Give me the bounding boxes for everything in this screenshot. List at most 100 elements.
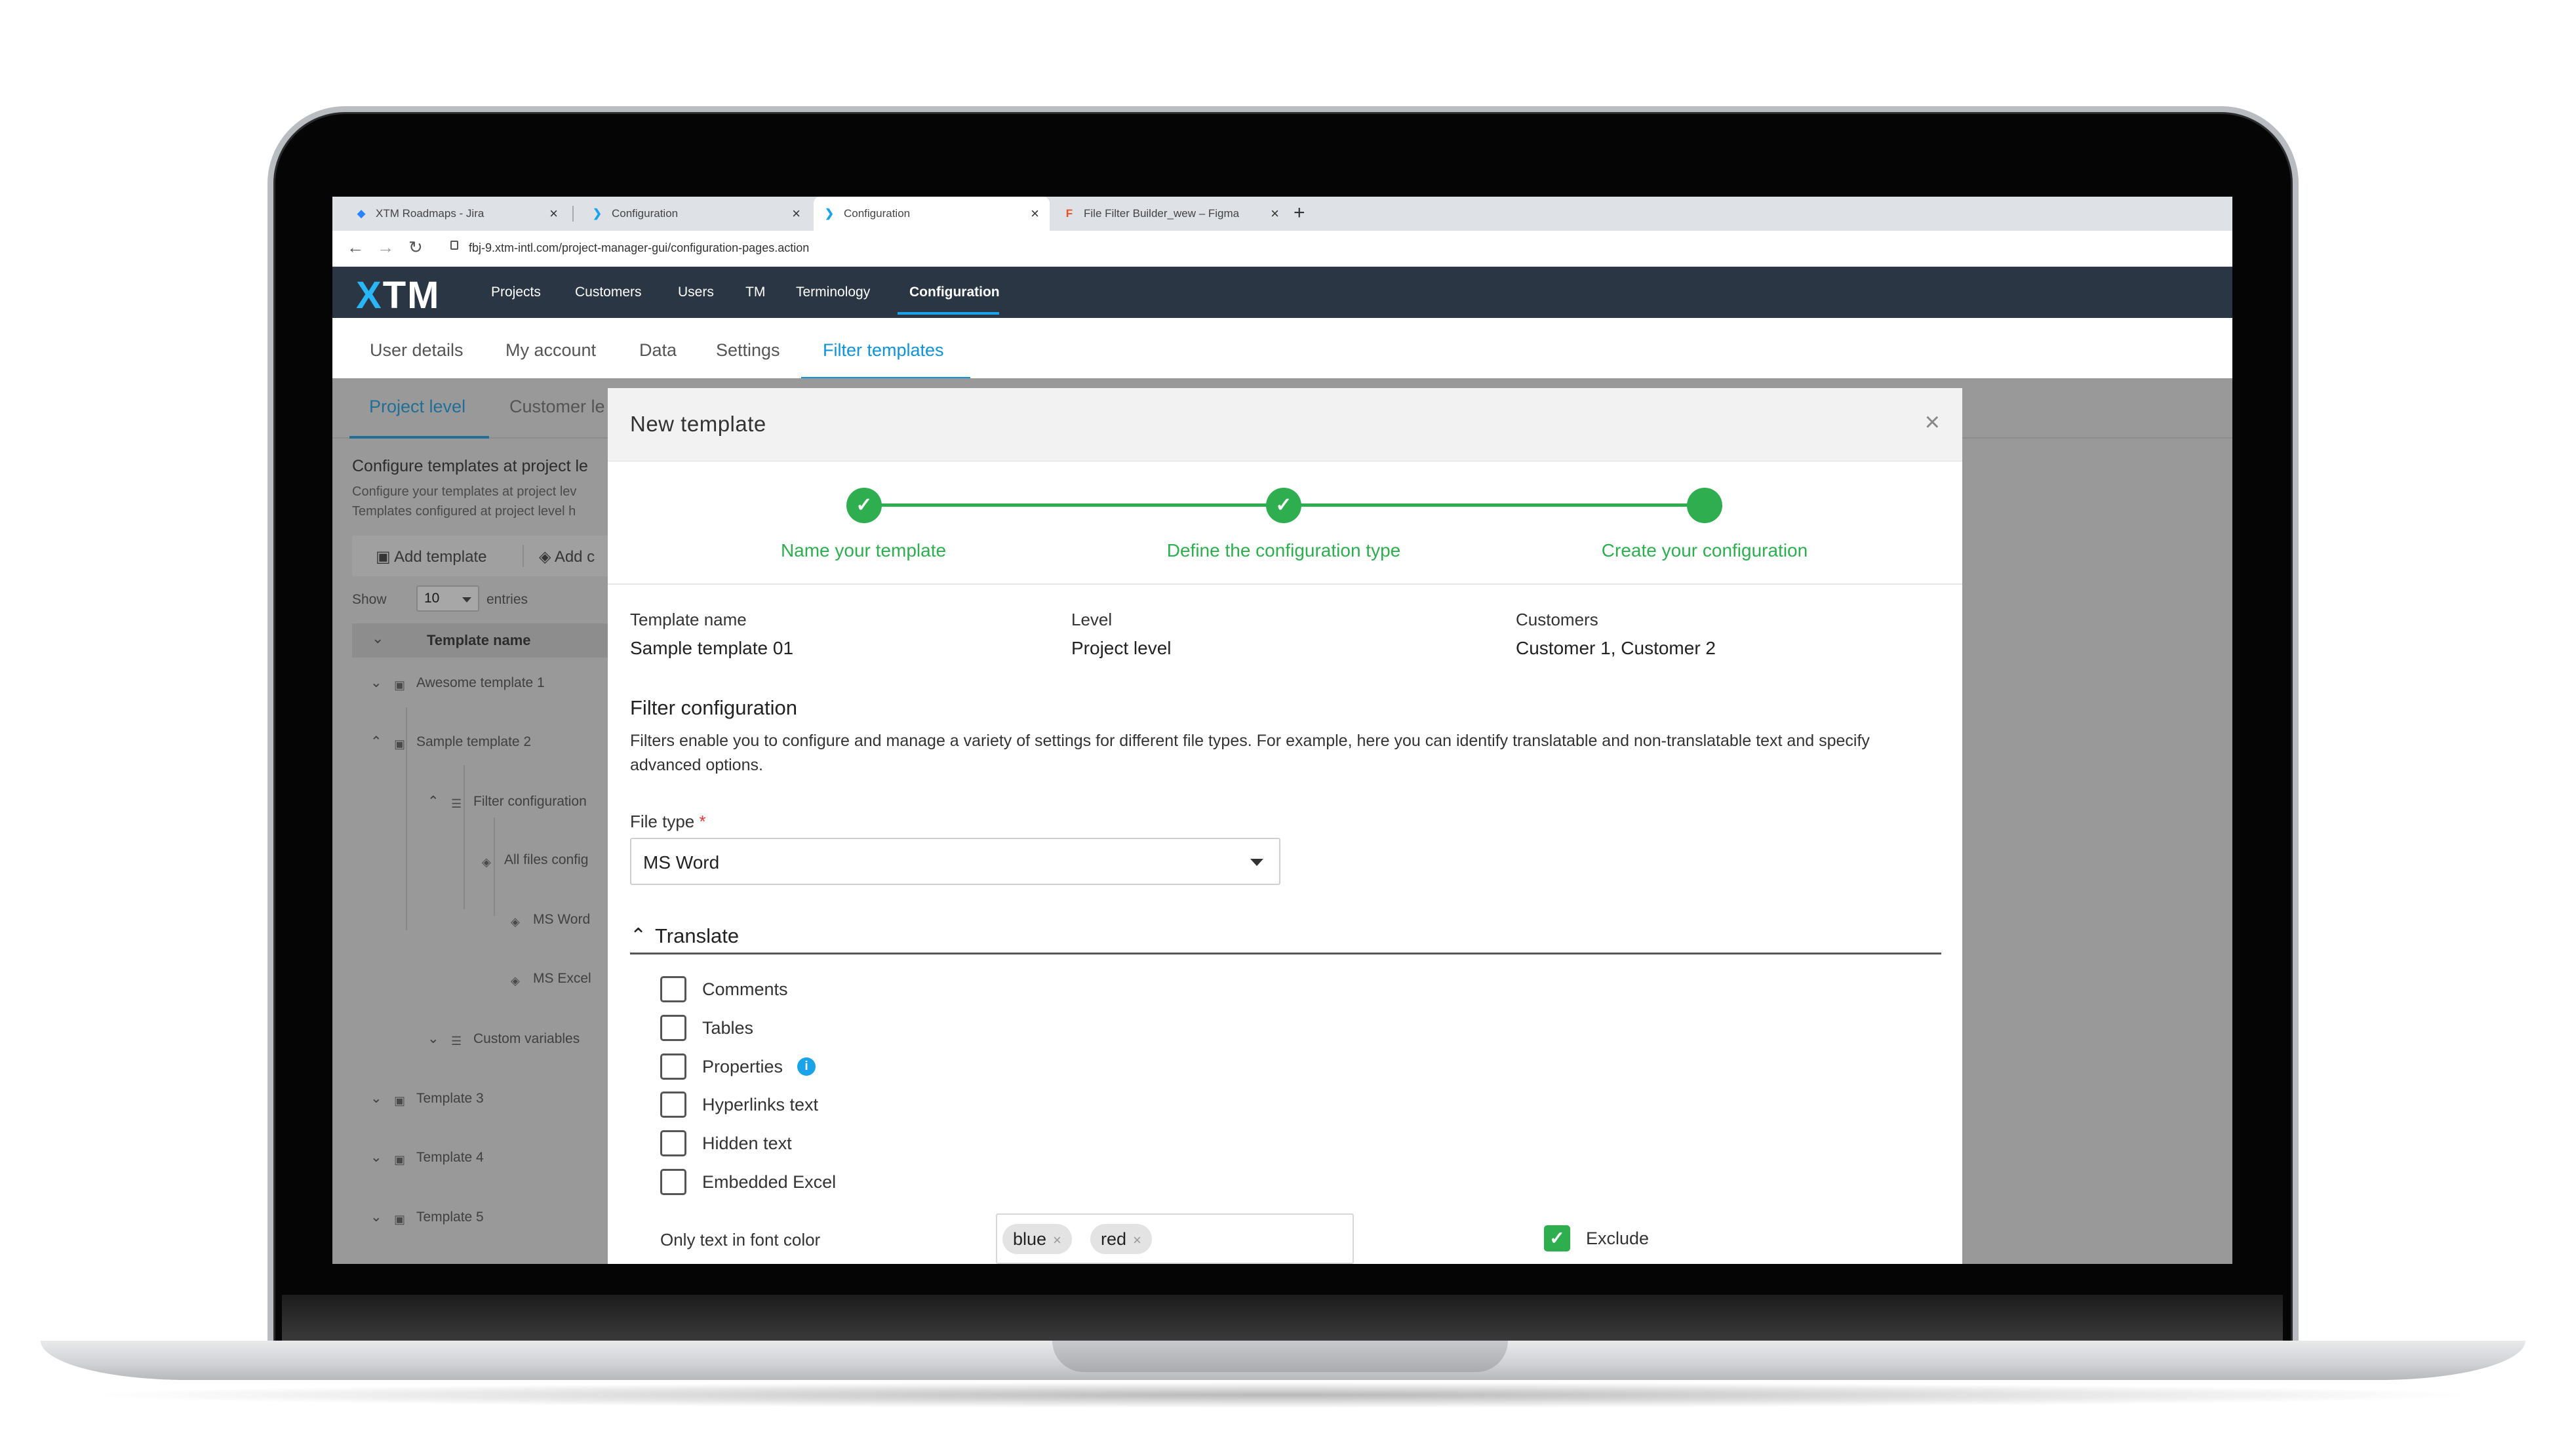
close-tab-icon[interactable]: × [549,205,558,222]
required-asterisk: * [699,812,706,831]
customers-value: Customer 1, Customer 2 [1516,638,1716,658]
laptop-hinge [282,1295,2283,1341]
info-icon[interactable]: i [797,1057,816,1076]
template-name-label: Template name [630,610,747,629]
checkbox-hyperlinks-text[interactable]: Hyperlinks text [660,1092,818,1118]
forward-icon[interactable]: → [377,237,394,258]
reload-icon[interactable]: ↻ [408,237,423,258]
caret-down-icon [1250,859,1263,866]
logo-text: TM [382,274,441,317]
close-tab-icon[interactable]: × [792,205,801,222]
xtm-icon: ❯ [824,207,835,220]
tag-chip: red × [1090,1224,1152,1254]
nav-users[interactable]: Users [678,285,714,300]
tab-title: File Filter Builder_wew – Figma [1084,207,1240,220]
tab-user-details[interactable]: User details [370,340,464,361]
nav-configuration[interactable]: Configuration [909,285,1000,300]
checkbox-label: Hidden text [702,1133,792,1153]
checkbox[interactable] [660,976,686,1002]
modal-title: New template [630,412,766,436]
nav-tm[interactable]: TM [745,285,765,300]
laptop-shadow [72,1382,2491,1408]
tab-my-account[interactable]: My account [505,340,596,361]
new-template-modal: New template × ✓ ✓ Name your template De… [608,388,1962,1264]
customers-label: Customers [1516,610,1598,629]
font-color-tag-input[interactable]: blue × red × [996,1213,1354,1264]
step-complete-check-icon: ✓ [1266,488,1301,523]
laptop-notch [1052,1341,1508,1372]
translate-title: Translate [655,924,740,947]
file-type-label: File type * [630,812,706,832]
template-name-value: Sample template 01 [630,638,794,658]
remove-tag-icon[interactable]: × [1133,1232,1141,1248]
chevron-up-icon: ⌃ [630,925,647,947]
checkbox-label: Embedded Excel [702,1171,837,1192]
file-type-select[interactable]: MS Word [630,838,1280,885]
tab-title: Configuration [844,207,911,220]
url-field[interactable]: fbj-9.xtm-intl.com/project-manager-gui/c… [469,241,809,255]
checkbox-comments[interactable]: Comments [660,976,788,1002]
filter-description: Filters enable you to configure and mana… [630,732,1870,774]
translate-accordion-header[interactable]: ⌃ Translate [630,920,1941,954]
nav-projects[interactable]: Projects [491,285,541,300]
logo-x: X [356,274,383,317]
browser-tab-active[interactable]: ❯ Configuration × [814,197,1050,231]
new-tab-icon[interactable]: + [1294,202,1305,224]
tab-title: XTM Roadmaps - Jira [376,207,484,220]
checkbox-label: Exclude [1586,1228,1650,1248]
jira-icon: ◆ [357,207,366,220]
divider [608,583,1962,585]
checkbox[interactable] [660,1053,686,1080]
checkbox-hidden-text[interactable]: Hidden text [660,1130,792,1156]
browser-tab[interactable]: ◆ XTM Roadmaps - Jira × [346,197,568,231]
checkbox[interactable] [660,1130,686,1156]
checkbox-label: Properties [702,1056,783,1076]
tab-data[interactable]: Data [639,340,677,361]
level-value: Project level [1071,638,1172,658]
browser-tab[interactable]: F File Filter Builder_wew – Figma × [1054,197,1290,231]
checkbox[interactable] [660,1015,686,1041]
figma-icon: F [1065,207,1073,220]
step-current-dot [1687,488,1722,523]
checkbox-checked[interactable]: ✓ [1544,1225,1570,1251]
tag-chip: blue × [1002,1224,1072,1254]
sub-navigation: User details My account Data Settings Fi… [332,318,2232,378]
browser-tab[interactable]: ❯ Configuration × [582,197,811,231]
address-bar: ← → ↻ fbj-9.xtm-intl.com/project-manager… [332,231,2232,267]
tab-separator [572,206,574,222]
step-label: Create your configuration [1601,540,1808,561]
nav-terminology[interactable]: Terminology [796,285,870,300]
tab-settings[interactable]: Settings [716,340,780,361]
step-label: Define the configuration type [1166,540,1401,561]
checkbox-tables[interactable]: Tables [660,1015,753,1041]
close-tab-icon[interactable]: × [1271,205,1279,222]
step-complete-check-icon: ✓ [846,488,882,523]
modal-header: New template × [608,388,1962,462]
remove-tag-icon[interactable]: × [1053,1232,1061,1248]
tag-label: blue [1013,1229,1047,1249]
checkbox-properties[interactable]: Properties i [660,1053,816,1080]
tab-filter-templates[interactable]: Filter templates [823,340,944,361]
step-label: Name your template [780,540,947,561]
checkbox-exclude[interactable]: ✓ Exclude [1544,1225,1649,1251]
file-type-label-text: File type [630,812,695,831]
file-type-value: MS Word [643,852,720,873]
close-icon[interactable]: × [1925,408,1940,437]
xtm-logo[interactable]: XTM [356,273,440,317]
level-label: Level [1071,610,1113,629]
back-icon[interactable]: ← [347,237,364,258]
font-color-label: Only text in font color [660,1230,821,1249]
nav-customers[interactable]: Customers [575,285,642,300]
filter-configuration-title: Filter configuration [630,696,798,719]
close-tab-icon[interactable]: × [1031,205,1039,222]
checkbox-embedded-excel[interactable]: Embedded Excel [660,1169,836,1195]
laptop-screen: ◆ XTM Roadmaps - Jira × ❯ Configuration … [332,197,2232,1264]
checkbox[interactable] [660,1092,686,1118]
tag-label: red [1101,1229,1127,1249]
checkbox-label: Tables [702,1017,754,1038]
checkbox[interactable] [660,1169,686,1195]
checkbox-label: Hyperlinks text [702,1094,819,1114]
browser-tab-bar: ◆ XTM Roadmaps - Jira × ❯ Configuration … [332,197,2232,231]
lock-icon [450,241,458,250]
xtm-icon: ❯ [592,207,603,220]
